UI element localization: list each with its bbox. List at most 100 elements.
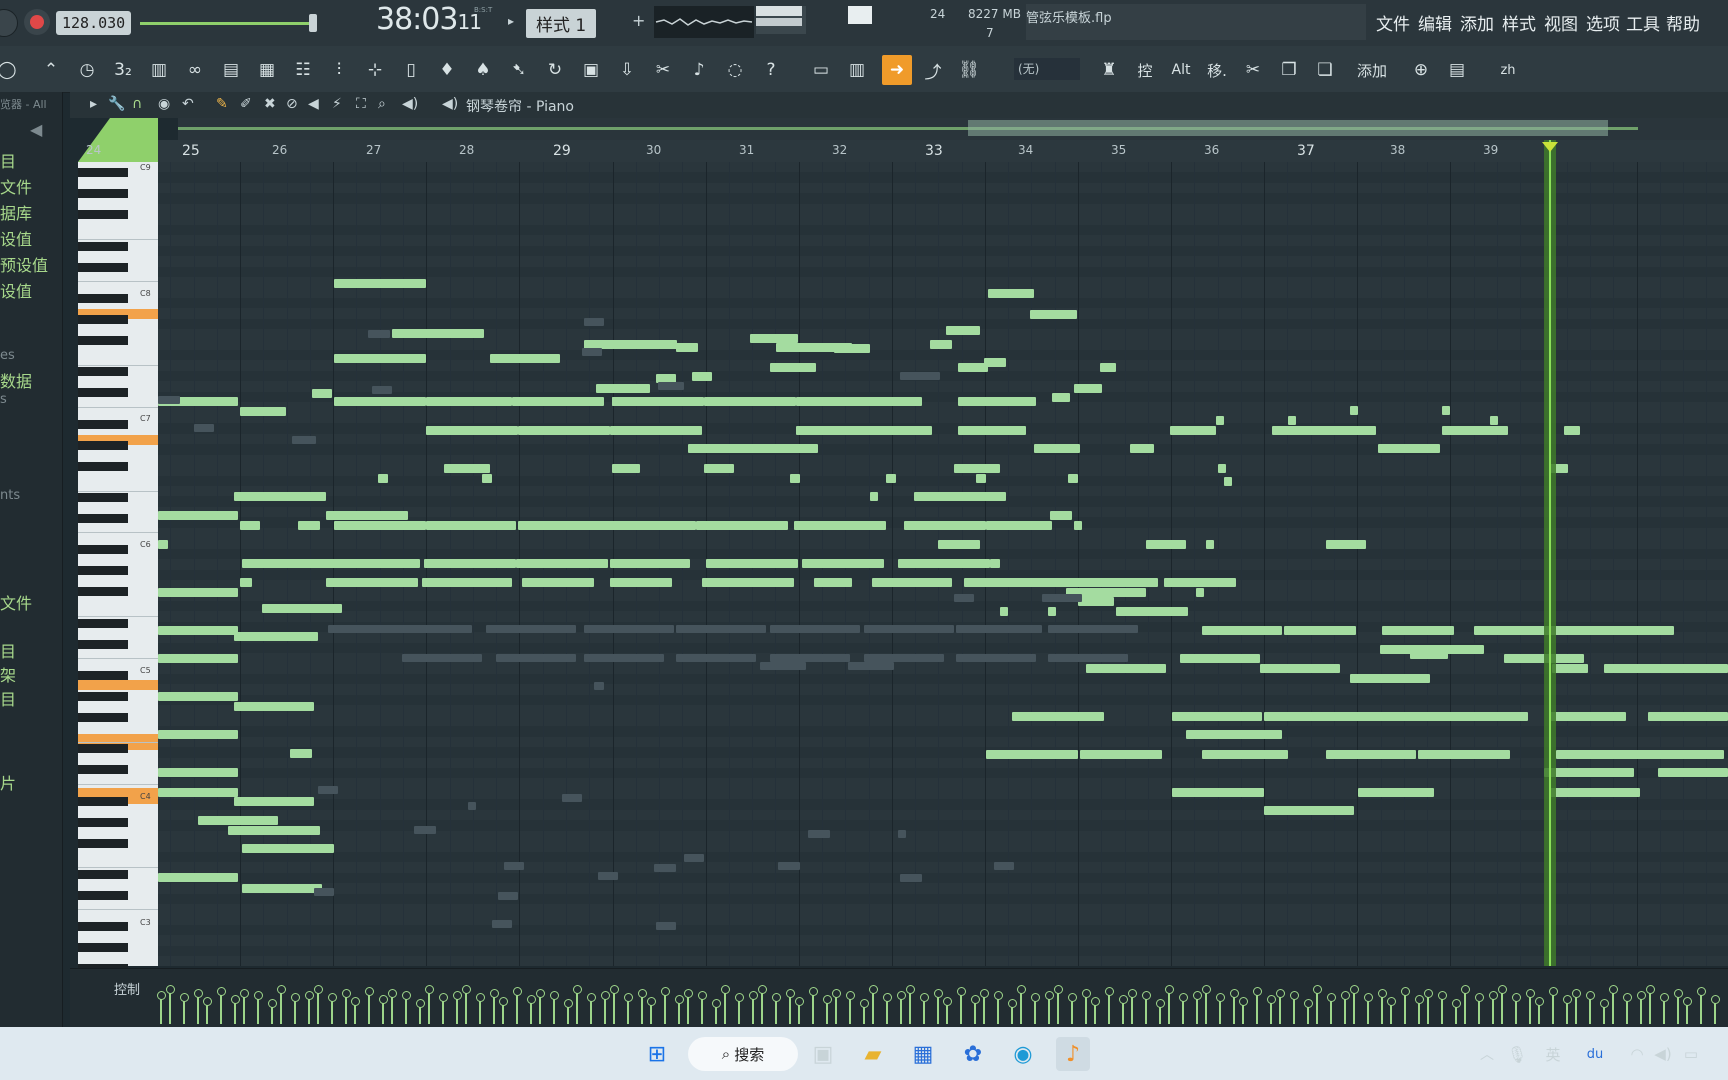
countdown-icon[interactable]: 3₂ xyxy=(108,55,138,85)
black-key[interactable] xyxy=(78,545,128,555)
velocity-handle[interactable] xyxy=(402,991,411,1000)
velocity-handle[interactable] xyxy=(1660,993,1669,1002)
velocity-stem[interactable] xyxy=(160,996,162,1024)
tempo-display[interactable]: 128.030 xyxy=(56,11,132,35)
midi-note[interactable] xyxy=(604,521,696,530)
velocity-handle[interactable] xyxy=(1054,985,1063,994)
midi-note[interactable] xyxy=(1172,712,1262,721)
velocity-handle[interactable] xyxy=(1438,991,1447,1000)
midi-note[interactable] xyxy=(946,326,980,335)
midi-note[interactable] xyxy=(1284,626,1356,635)
velocity-handle[interactable] xyxy=(1290,991,1299,1000)
velocity-handle[interactable] xyxy=(573,985,582,994)
midi-note[interactable] xyxy=(158,692,238,701)
velocity-handle[interactable] xyxy=(846,991,855,1000)
midi-note[interactable] xyxy=(870,492,878,501)
mic-icon[interactable]: ♪ xyxy=(684,55,714,85)
midi-note[interactable] xyxy=(1050,511,1072,520)
windows-start-icon[interactable]: ⊞ xyxy=(640,1037,674,1071)
velocity-handle[interactable] xyxy=(934,989,943,998)
midi-note[interactable] xyxy=(158,873,238,882)
baidu-tray-icon[interactable]: du xyxy=(1578,1037,1612,1071)
velocity-handle[interactable] xyxy=(1549,987,1558,996)
velocity-handle[interactable] xyxy=(1313,985,1322,994)
master-volume-slider[interactable] xyxy=(140,22,316,25)
options-arrow-icon[interactable]: ▸ xyxy=(90,96,97,112)
mixer-icon[interactable]: ⫶ xyxy=(324,55,354,85)
velocity-handle[interactable] xyxy=(1498,985,1507,994)
velocity-handle[interactable] xyxy=(1031,993,1040,1002)
speaker-icon[interactable]: ◀) xyxy=(442,96,458,112)
microphone-icon[interactable]: 🎙 xyxy=(1500,1037,1534,1071)
velocity-stem[interactable] xyxy=(308,996,310,1024)
midi-note[interactable] xyxy=(1350,674,1430,683)
midi-note[interactable] xyxy=(518,521,610,530)
midi-note[interactable] xyxy=(1564,426,1580,435)
black-key[interactable] xyxy=(78,419,128,429)
velocity-stem[interactable] xyxy=(280,990,282,1024)
black-key[interactable] xyxy=(78,367,128,377)
slice-tool-icon[interactable]: ⚡ xyxy=(332,96,342,112)
velocity-handle[interactable] xyxy=(536,989,545,998)
midi-note[interactable] xyxy=(794,521,886,530)
menu-view[interactable]: 视图 xyxy=(1544,10,1578,35)
velocity-handle[interactable] xyxy=(795,997,804,1006)
velocity-stem[interactable] xyxy=(257,996,259,1024)
midi-note[interactable] xyxy=(688,444,794,453)
velocity-stem[interactable] xyxy=(1427,994,1429,1024)
midi-note[interactable] xyxy=(1012,712,1104,721)
midi-note[interactable] xyxy=(1288,416,1296,425)
chat-icon[interactable]: ◌ xyxy=(720,55,750,85)
black-key[interactable] xyxy=(78,618,128,628)
midi-note[interactable] xyxy=(158,730,238,739)
velocity-handle[interactable] xyxy=(1401,987,1410,996)
time-ruler[interactable]: 24 25 26 27 28 29 30 31 32 33 34 35 36 37 38 39 xyxy=(86,140,1728,162)
play-button[interactable] xyxy=(0,9,18,37)
black-key[interactable] xyxy=(78,691,128,701)
midi-note[interactable] xyxy=(706,559,798,568)
midi-note[interactable] xyxy=(1196,588,1204,597)
velocity-handle[interactable] xyxy=(601,991,610,1000)
velocity-handle[interactable] xyxy=(1341,991,1350,1000)
velocity-stem[interactable] xyxy=(604,996,606,1024)
move-button[interactable]: 移. xyxy=(1202,55,1232,85)
velocity-stem[interactable] xyxy=(1529,994,1531,1024)
midi-note[interactable] xyxy=(986,521,1052,530)
velocity-stem[interactable] xyxy=(539,994,541,1024)
midi-note[interactable] xyxy=(522,578,594,587)
velocity-handle[interactable] xyxy=(314,985,323,994)
velocity-handle[interactable] xyxy=(1452,999,1461,1008)
velocity-handle[interactable] xyxy=(943,997,952,1006)
midi-note[interactable] xyxy=(1634,750,1724,759)
velocity-stem[interactable] xyxy=(220,992,222,1024)
midi-note[interactable] xyxy=(158,626,238,635)
velocity-stem[interactable] xyxy=(1145,996,1147,1024)
velocity-handle[interactable] xyxy=(1128,989,1137,998)
velocity-handle[interactable] xyxy=(1350,985,1359,994)
sidebar-item[interactable]: 目 xyxy=(0,686,16,710)
paste-icon[interactable]: ❏ xyxy=(1310,55,1340,85)
midi-note[interactable] xyxy=(1224,477,1232,486)
black-key[interactable] xyxy=(78,189,128,199)
undo-icon[interactable]: ↶ xyxy=(182,96,194,112)
menu-tools[interactable]: 工具 xyxy=(1626,10,1660,35)
velocity-stem[interactable] xyxy=(687,994,689,1024)
velocity-stem[interactable] xyxy=(701,996,703,1024)
velocity-handle[interactable] xyxy=(749,991,758,1000)
velocity-handle[interactable] xyxy=(1179,993,1188,1002)
black-key[interactable] xyxy=(78,513,128,523)
velocity-handle[interactable] xyxy=(980,989,989,998)
window-icon[interactable]: ▭ xyxy=(806,55,836,85)
velocity-handle[interactable] xyxy=(1475,993,1484,1002)
save-icon[interactable]: ▣ xyxy=(576,55,606,85)
velocity-stem[interactable] xyxy=(1048,996,1050,1024)
step-edit-icon[interactable]: ▥ xyxy=(144,55,174,85)
velocity-stem[interactable] xyxy=(1501,990,1503,1024)
undo-history-icon[interactable]: ↻ xyxy=(540,55,570,85)
midi-note[interactable] xyxy=(1078,597,1114,606)
velocity-stem[interactable] xyxy=(1293,996,1295,1024)
velocity-handle[interactable] xyxy=(624,993,633,1002)
velocity-handle[interactable] xyxy=(1017,985,1026,994)
piano-keyboard[interactable]: C9 C8 C7 C6 C5 C4 C3 xyxy=(78,162,158,974)
velocity-stem[interactable] xyxy=(317,990,319,1024)
